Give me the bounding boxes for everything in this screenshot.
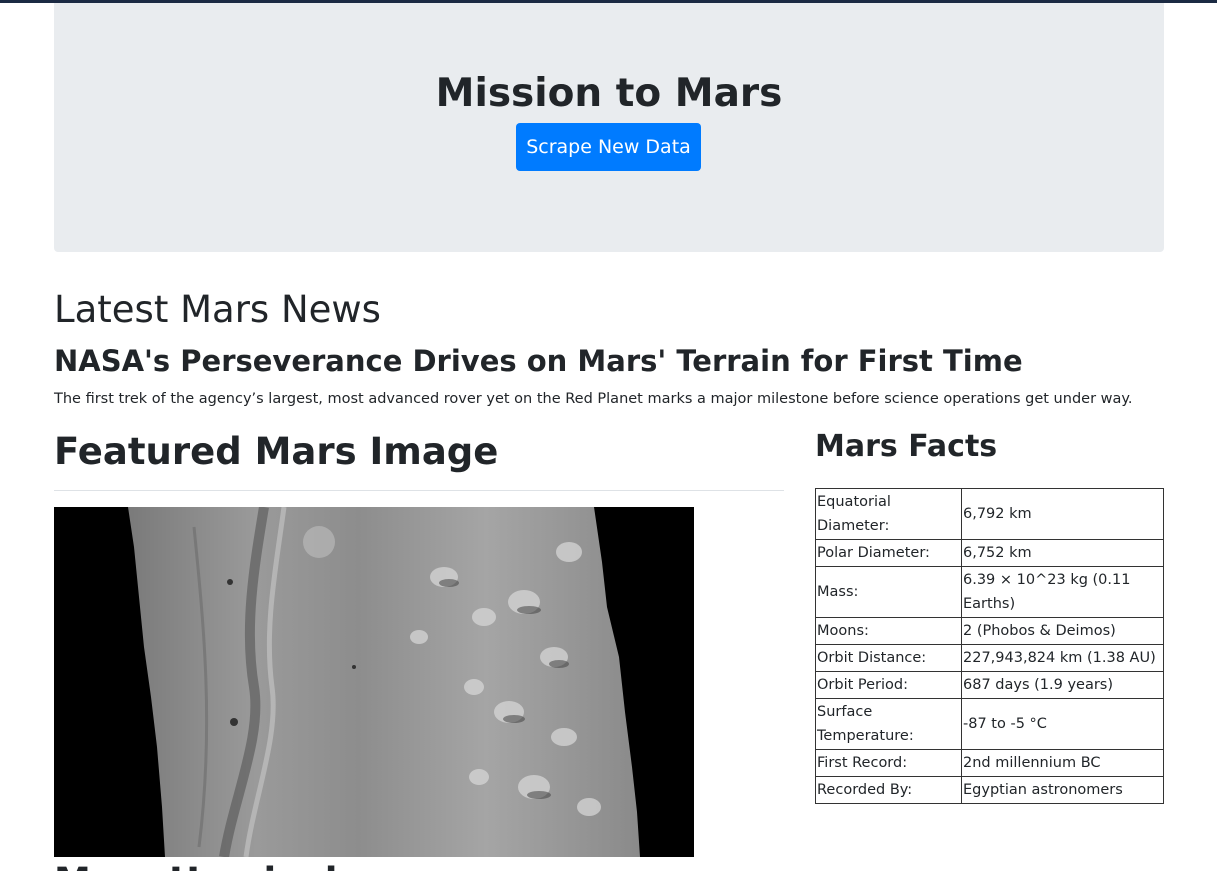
table-row: Mass: 6.39 × 10^23 kg (0.11 Earths) (815, 566, 1164, 618)
table-row: Moons: 2 (Phobos & Deimos) (815, 617, 1164, 645)
fact-label: Polar Diameter: (815, 539, 962, 567)
fact-value: -87 to -5 °C (961, 698, 1164, 750)
table-row: Polar Diameter: 6,752 km (815, 539, 1164, 567)
table-row: Equatorial Diameter: 6,792 km (815, 488, 1164, 540)
fact-value: Egyptian astronomers (961, 776, 1164, 804)
fact-value: 687 days (1.9 years) (961, 671, 1164, 699)
fact-value: 2nd millennium BC (961, 749, 1164, 777)
fact-label: Moons: (815, 617, 962, 645)
mars-facts-heading: Mars Facts (815, 429, 998, 464)
fact-value: 2 (Phobos & Deimos) (961, 617, 1164, 645)
news-paragraph: The first trek of the agency’s largest, … (54, 391, 1133, 407)
news-section-heading: Latest Mars News (54, 288, 381, 331)
featured-divider (54, 490, 784, 491)
fact-label: Orbit Period: (815, 671, 962, 699)
fact-value: 227,943,824 km (1.38 AU) (961, 644, 1164, 672)
fact-value: 6,792 km (961, 488, 1164, 540)
news-title: NASA's Perseverance Drives on Mars' Terr… (54, 344, 1023, 378)
table-row: Orbit Distance: 227,943,824 km (1.38 AU) (815, 644, 1164, 672)
hemispheres-heading: Mars Hemispheres (54, 858, 442, 871)
fact-label: First Record: (815, 749, 962, 777)
table-row: Orbit Period: 687 days (1.9 years) (815, 671, 1164, 699)
table-row: Recorded By: Egyptian astronomers (815, 776, 1164, 804)
header-jumbotron: Mission to Mars Scrape New Data (54, 3, 1164, 252)
fact-label: Equatorial Diameter: (815, 488, 962, 540)
mars-facts-table: Equatorial Diameter: 6,792 km Polar Diam… (815, 488, 1164, 804)
fact-value: 6,752 km (961, 539, 1164, 567)
featured-mars-image (54, 506, 694, 858)
fact-value: 6.39 × 10^23 kg (0.11 Earths) (961, 566, 1164, 618)
fact-label: Recorded By: (815, 776, 962, 804)
page-title: Mission to Mars (435, 71, 783, 116)
scrape-new-data-button[interactable]: Scrape New Data (516, 123, 701, 171)
fact-label: Mass: (815, 566, 962, 618)
table-row: First Record: 2nd millennium BC (815, 749, 1164, 777)
featured-image-heading: Featured Mars Image (54, 430, 499, 473)
fact-label: Orbit Distance: (815, 644, 962, 672)
table-row: Surface Temperature: -87 to -5 °C (815, 698, 1164, 750)
fact-label: Surface Temperature: (815, 698, 962, 750)
